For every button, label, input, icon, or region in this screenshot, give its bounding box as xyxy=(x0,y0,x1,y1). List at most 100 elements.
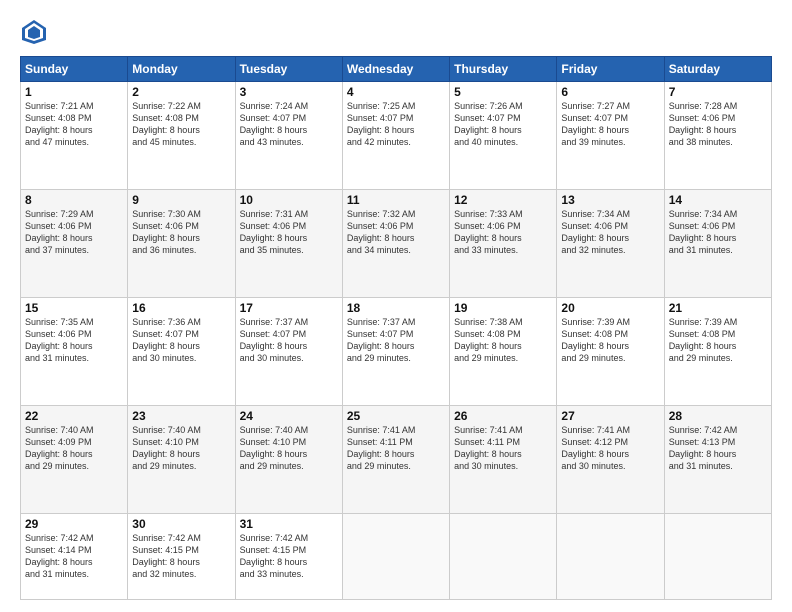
cell-content: Sunrise: 7:31 AMSunset: 4:06 PMDaylight:… xyxy=(240,208,338,257)
cell-content: Sunrise: 7:39 AMSunset: 4:08 PMDaylight:… xyxy=(561,316,659,365)
week-row-1: 1Sunrise: 7:21 AMSunset: 4:08 PMDaylight… xyxy=(21,82,772,190)
cal-cell: 7Sunrise: 7:28 AMSunset: 4:06 PMDaylight… xyxy=(664,82,771,190)
day-number: 6 xyxy=(561,85,659,99)
day-number: 3 xyxy=(240,85,338,99)
cal-cell: 24Sunrise: 7:40 AMSunset: 4:10 PMDayligh… xyxy=(235,405,342,513)
cal-cell: 5Sunrise: 7:26 AMSunset: 4:07 PMDaylight… xyxy=(450,82,557,190)
cal-cell xyxy=(664,513,771,600)
cal-cell: 23Sunrise: 7:40 AMSunset: 4:10 PMDayligh… xyxy=(128,405,235,513)
cal-cell: 21Sunrise: 7:39 AMSunset: 4:08 PMDayligh… xyxy=(664,297,771,405)
cell-content: Sunrise: 7:32 AMSunset: 4:06 PMDaylight:… xyxy=(347,208,445,257)
cal-cell xyxy=(450,513,557,600)
day-number: 7 xyxy=(669,85,767,99)
cell-content: Sunrise: 7:29 AMSunset: 4:06 PMDaylight:… xyxy=(25,208,123,257)
cal-cell: 30Sunrise: 7:42 AMSunset: 4:15 PMDayligh… xyxy=(128,513,235,600)
day-number: 15 xyxy=(25,301,123,315)
cal-cell: 26Sunrise: 7:41 AMSunset: 4:11 PMDayligh… xyxy=(450,405,557,513)
cal-cell: 1Sunrise: 7:21 AMSunset: 4:08 PMDaylight… xyxy=(21,82,128,190)
day-number: 12 xyxy=(454,193,552,207)
cell-content: Sunrise: 7:42 AMSunset: 4:13 PMDaylight:… xyxy=(669,424,767,473)
cal-cell: 13Sunrise: 7:34 AMSunset: 4:06 PMDayligh… xyxy=(557,189,664,297)
day-number: 13 xyxy=(561,193,659,207)
cal-cell: 15Sunrise: 7:35 AMSunset: 4:06 PMDayligh… xyxy=(21,297,128,405)
day-number: 26 xyxy=(454,409,552,423)
cell-content: Sunrise: 7:26 AMSunset: 4:07 PMDaylight:… xyxy=(454,100,552,149)
day-number: 4 xyxy=(347,85,445,99)
cal-cell: 22Sunrise: 7:40 AMSunset: 4:09 PMDayligh… xyxy=(21,405,128,513)
day-number: 10 xyxy=(240,193,338,207)
day-number: 27 xyxy=(561,409,659,423)
day-number: 9 xyxy=(132,193,230,207)
day-number: 14 xyxy=(669,193,767,207)
cal-cell: 9Sunrise: 7:30 AMSunset: 4:06 PMDaylight… xyxy=(128,189,235,297)
week-row-5: 29Sunrise: 7:42 AMSunset: 4:14 PMDayligh… xyxy=(21,513,772,600)
cell-content: Sunrise: 7:34 AMSunset: 4:06 PMDaylight:… xyxy=(669,208,767,257)
day-number: 22 xyxy=(25,409,123,423)
day-number: 24 xyxy=(240,409,338,423)
day-number: 29 xyxy=(25,517,123,531)
header xyxy=(20,18,772,46)
cell-content: Sunrise: 7:22 AMSunset: 4:08 PMDaylight:… xyxy=(132,100,230,149)
cal-cell: 20Sunrise: 7:39 AMSunset: 4:08 PMDayligh… xyxy=(557,297,664,405)
col-header-wednesday: Wednesday xyxy=(342,57,449,82)
cal-cell: 17Sunrise: 7:37 AMSunset: 4:07 PMDayligh… xyxy=(235,297,342,405)
logo xyxy=(20,18,52,46)
cell-content: Sunrise: 7:41 AMSunset: 4:11 PMDaylight:… xyxy=(454,424,552,473)
day-number: 25 xyxy=(347,409,445,423)
cell-content: Sunrise: 7:34 AMSunset: 4:06 PMDaylight:… xyxy=(561,208,659,257)
logo-icon xyxy=(20,18,48,46)
day-number: 18 xyxy=(347,301,445,315)
col-header-monday: Monday xyxy=(128,57,235,82)
cell-content: Sunrise: 7:27 AMSunset: 4:07 PMDaylight:… xyxy=(561,100,659,149)
cell-content: Sunrise: 7:28 AMSunset: 4:06 PMDaylight:… xyxy=(669,100,767,149)
day-number: 28 xyxy=(669,409,767,423)
col-header-thursday: Thursday xyxy=(450,57,557,82)
cell-content: Sunrise: 7:40 AMSunset: 4:10 PMDaylight:… xyxy=(240,424,338,473)
cell-content: Sunrise: 7:37 AMSunset: 4:07 PMDaylight:… xyxy=(347,316,445,365)
cal-cell xyxy=(342,513,449,600)
day-number: 8 xyxy=(25,193,123,207)
col-header-sunday: Sunday xyxy=(21,57,128,82)
cal-cell: 12Sunrise: 7:33 AMSunset: 4:06 PMDayligh… xyxy=(450,189,557,297)
cal-cell: 19Sunrise: 7:38 AMSunset: 4:08 PMDayligh… xyxy=(450,297,557,405)
cell-content: Sunrise: 7:37 AMSunset: 4:07 PMDaylight:… xyxy=(240,316,338,365)
calendar-table: SundayMondayTuesdayWednesdayThursdayFrid… xyxy=(20,56,772,600)
cell-content: Sunrise: 7:30 AMSunset: 4:06 PMDaylight:… xyxy=(132,208,230,257)
cell-content: Sunrise: 7:40 AMSunset: 4:09 PMDaylight:… xyxy=(25,424,123,473)
cal-cell xyxy=(557,513,664,600)
cell-content: Sunrise: 7:41 AMSunset: 4:11 PMDaylight:… xyxy=(347,424,445,473)
cell-content: Sunrise: 7:35 AMSunset: 4:06 PMDaylight:… xyxy=(25,316,123,365)
col-header-saturday: Saturday xyxy=(664,57,771,82)
cal-cell: 27Sunrise: 7:41 AMSunset: 4:12 PMDayligh… xyxy=(557,405,664,513)
day-number: 20 xyxy=(561,301,659,315)
day-number: 21 xyxy=(669,301,767,315)
cal-cell: 2Sunrise: 7:22 AMSunset: 4:08 PMDaylight… xyxy=(128,82,235,190)
day-number: 5 xyxy=(454,85,552,99)
cell-content: Sunrise: 7:33 AMSunset: 4:06 PMDaylight:… xyxy=(454,208,552,257)
day-number: 16 xyxy=(132,301,230,315)
header-row: SundayMondayTuesdayWednesdayThursdayFrid… xyxy=(21,57,772,82)
cal-cell: 8Sunrise: 7:29 AMSunset: 4:06 PMDaylight… xyxy=(21,189,128,297)
day-number: 30 xyxy=(132,517,230,531)
cell-content: Sunrise: 7:42 AMSunset: 4:14 PMDaylight:… xyxy=(25,532,123,581)
week-row-2: 8Sunrise: 7:29 AMSunset: 4:06 PMDaylight… xyxy=(21,189,772,297)
cal-cell: 14Sunrise: 7:34 AMSunset: 4:06 PMDayligh… xyxy=(664,189,771,297)
cell-content: Sunrise: 7:36 AMSunset: 4:07 PMDaylight:… xyxy=(132,316,230,365)
cell-content: Sunrise: 7:25 AMSunset: 4:07 PMDaylight:… xyxy=(347,100,445,149)
cell-content: Sunrise: 7:38 AMSunset: 4:08 PMDaylight:… xyxy=(454,316,552,365)
cell-content: Sunrise: 7:39 AMSunset: 4:08 PMDaylight:… xyxy=(669,316,767,365)
cal-cell: 4Sunrise: 7:25 AMSunset: 4:07 PMDaylight… xyxy=(342,82,449,190)
cal-cell: 3Sunrise: 7:24 AMSunset: 4:07 PMDaylight… xyxy=(235,82,342,190)
day-number: 11 xyxy=(347,193,445,207)
page: SundayMondayTuesdayWednesdayThursdayFrid… xyxy=(0,0,792,612)
week-row-4: 22Sunrise: 7:40 AMSunset: 4:09 PMDayligh… xyxy=(21,405,772,513)
cell-content: Sunrise: 7:41 AMSunset: 4:12 PMDaylight:… xyxy=(561,424,659,473)
cal-cell: 18Sunrise: 7:37 AMSunset: 4:07 PMDayligh… xyxy=(342,297,449,405)
cal-cell: 25Sunrise: 7:41 AMSunset: 4:11 PMDayligh… xyxy=(342,405,449,513)
day-number: 19 xyxy=(454,301,552,315)
cal-cell: 29Sunrise: 7:42 AMSunset: 4:14 PMDayligh… xyxy=(21,513,128,600)
week-row-3: 15Sunrise: 7:35 AMSunset: 4:06 PMDayligh… xyxy=(21,297,772,405)
day-number: 23 xyxy=(132,409,230,423)
day-number: 31 xyxy=(240,517,338,531)
cal-cell: 16Sunrise: 7:36 AMSunset: 4:07 PMDayligh… xyxy=(128,297,235,405)
